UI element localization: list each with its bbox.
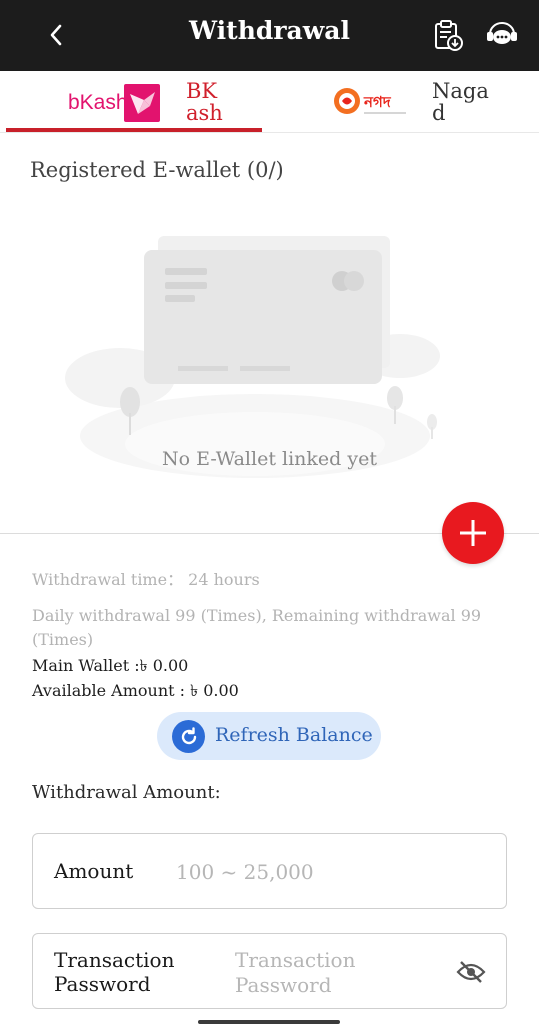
active-tab-indicator <box>6 128 262 132</box>
transaction-password-input[interactable]: Transaction Password <box>235 948 435 998</box>
refresh-balance-button[interactable]: Refresh Balance <box>157 712 381 760</box>
customer-support-button[interactable] <box>482 16 522 54</box>
empty-wallet-message: No E-Wallet linked yet <box>162 448 377 470</box>
bkash-logo: bKash <box>68 83 164 123</box>
chevron-left-icon <box>50 24 62 46</box>
tab-bkash[interactable]: bKash BK ash <box>6 71 262 133</box>
amount-label: Amount <box>54 859 134 883</box>
withdrawal-time-text: Withdrawal time： 24 hours <box>32 570 260 589</box>
transaction-password-field: Transaction Password Transaction Passwor… <box>32 933 507 1009</box>
home-indicator <box>198 1020 340 1024</box>
withdrawal-history-button[interactable] <box>428 16 468 54</box>
top-bar: Withdrawal <box>0 0 539 71</box>
bkash-bird-icon <box>124 84 160 122</box>
transaction-password-label: Transaction Password <box>54 948 175 996</box>
plus-icon <box>460 520 486 546</box>
nagad-logo: নগদ <box>332 85 410 119</box>
back-button[interactable] <box>40 18 72 52</box>
chat-support-icon <box>487 22 517 44</box>
toggle-password-visibility-button[interactable] <box>455 958 487 986</box>
refresh-balance-label: Refresh Balance <box>215 724 373 746</box>
tab-nagad[interactable]: নগদ Naga d <box>270 71 533 133</box>
add-ewallet-button[interactable] <box>442 502 504 564</box>
daily-withdrawal-text: Daily withdrawal 99 (Times), Remaining w… <box>32 606 482 649</box>
bkash-logo-text: bKash <box>68 91 128 114</box>
refresh-icon <box>172 720 205 753</box>
tab-nagad-label: Naga d <box>432 79 489 125</box>
amount-field: Amount <box>32 833 507 909</box>
main-wallet-balance: Main Wallet :৳ 0.00 <box>32 656 189 675</box>
payment-method-tabs: bKash BK ash নগদ Naga d <box>0 71 539 133</box>
withdrawal-amount-heading: Withdrawal Amount: <box>32 782 221 803</box>
nagad-logo-text: নগদ <box>363 93 392 111</box>
available-amount: Available Amount : ৳ 0.00 <box>32 681 239 700</box>
tab-bkash-label: BK ash <box>186 79 223 125</box>
registered-ewallet-title: Registered E-wallet (0/) <box>30 158 284 182</box>
amount-input[interactable] <box>176 856 486 888</box>
eye-off-icon <box>456 961 486 983</box>
clipboard-download-icon <box>435 20 463 51</box>
